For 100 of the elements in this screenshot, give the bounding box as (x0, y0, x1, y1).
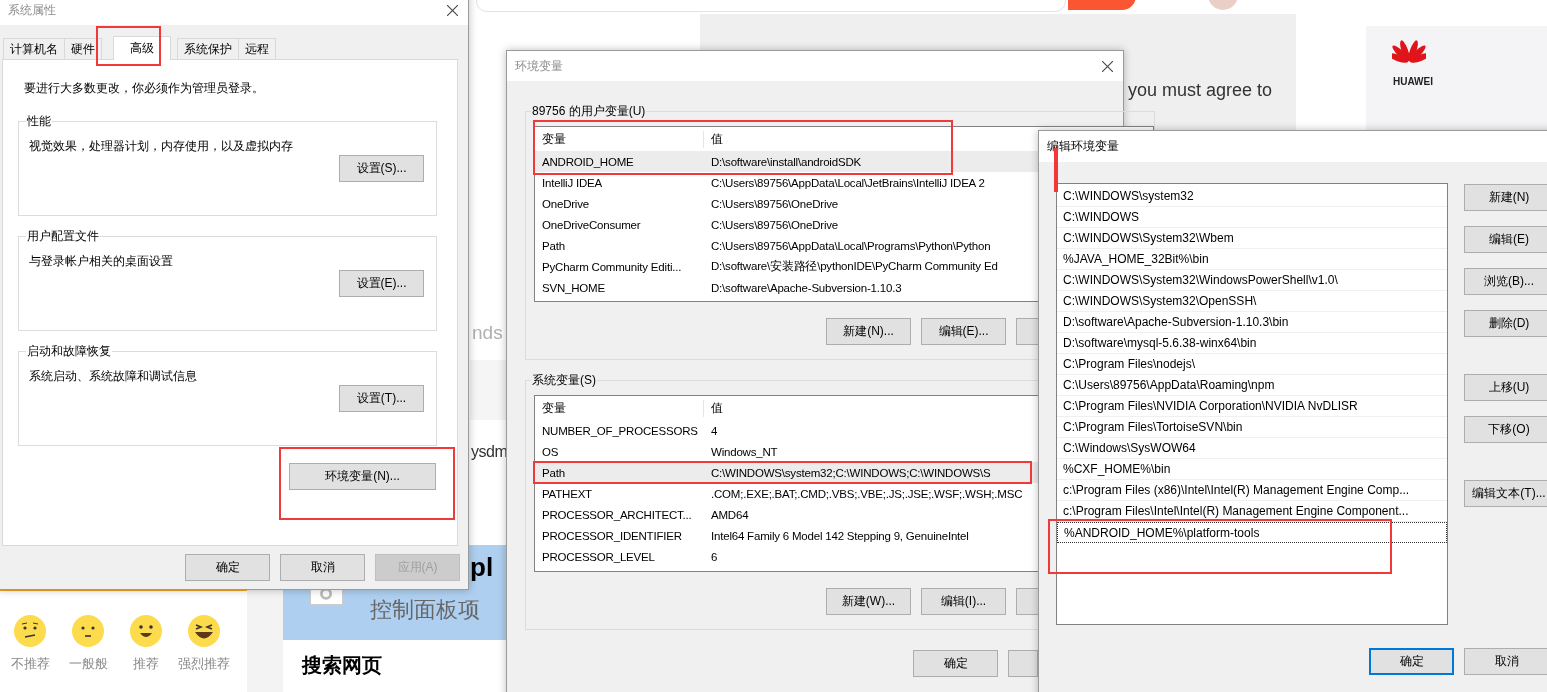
variable-name: PROCESSOR_LEVEL (541, 550, 656, 563)
dialog-button[interactable]: 确定 (185, 554, 270, 581)
list-item[interactable]: D:\software\mysql-5.6.38-winx64\bin (1057, 333, 1447, 354)
rating-label: 强烈推荐 (178, 655, 230, 673)
window-title: 环境变量 (515, 57, 563, 75)
list-item[interactable]: C:\WINDOWS\system32 (1057, 186, 1447, 207)
list-item[interactable]: C:\WINDOWS\System32\OpenSSH\ (1057, 291, 1447, 312)
dialog-button[interactable]: 删除(D) (1464, 310, 1547, 337)
page-text: you must agree to (1128, 80, 1273, 101)
tab[interactable]: 远程 (238, 38, 276, 59)
dialog-button[interactable]: 浏览(B)... (1464, 268, 1547, 295)
variable-name: PROCESSOR_ARCHITECT... (541, 508, 693, 521)
close-icon[interactable] (1102, 60, 1113, 72)
variable-name: OneDriveConsumer (541, 218, 642, 231)
list-item[interactable]: c:\Program Files (x86)\Intel\Intel(R) Management Engine Comp... (1057, 480, 1447, 501)
banner-title: 控制面板项 (370, 596, 480, 624)
dialog-button[interactable]: 取消 (1464, 648, 1547, 675)
environment-variables-button[interactable]: 环境变量(N)... (289, 463, 436, 490)
dialog-button[interactable]: 取消 (280, 554, 365, 581)
variable-value: Windows_NT (710, 445, 778, 458)
neutral-face-icon[interactable] (72, 615, 104, 647)
list-item[interactable]: C:\WINDOWS\System32\WindowsPowerShell\v1.0\ (1057, 270, 1447, 291)
banner-text: pl (470, 552, 494, 583)
dialog-button[interactable]: 确定 (1369, 648, 1454, 675)
group-title: 89756 的用户变量(U) (531, 103, 647, 120)
variable-value: AMD64 (710, 508, 749, 521)
group-title: 系统变量(S) (531, 372, 597, 389)
dialog-button[interactable]: 上移(U) (1464, 374, 1547, 401)
variable-value: D:\software\安装路径\pythonIDE\PyCharm Community Ed (710, 259, 998, 274)
tab[interactable]: 系统保护 (177, 38, 239, 59)
dialog-button[interactable]: 确定 (913, 650, 998, 677)
settings-button[interactable]: 设置(E)... (339, 270, 424, 297)
variable-name: OS (541, 445, 560, 458)
list-item[interactable]: %CXF_HOME%\bin (1057, 459, 1447, 480)
column-header[interactable]: 值 (704, 130, 723, 148)
list-item[interactable]: %JAVA_HOME_32Bit%\bin (1057, 249, 1447, 270)
tab[interactable]: 硬件 (64, 38, 102, 59)
notice-text: 要进行大多数更改，你必须作为管理员登录。 (23, 80, 265, 97)
page-text: nds (472, 322, 503, 344)
window-title: 系统属性 (8, 1, 56, 19)
highlight-box (96, 26, 161, 66)
dialog-button[interactable]: 新建(N) (1464, 184, 1547, 211)
tab[interactable]: 计算机名 (3, 38, 65, 59)
variable-value: 6 (710, 550, 718, 563)
rating-label: 推荐 (133, 655, 159, 673)
variable-value: D:\software\Apache-Subversion-1.10.3 (710, 281, 902, 294)
dialog-button[interactable]: 编辑(E) (1464, 226, 1547, 253)
dialog-button[interactable]: 编辑文本(T)... (1464, 480, 1547, 507)
dialog-button[interactable] (1008, 650, 1038, 677)
rating-label: 不推荐 (10, 655, 50, 673)
list-item[interactable]: %ANDROID_HOME%\platform-tools (1057, 522, 1447, 543)
dialog-button[interactable]: 下移(O) (1464, 416, 1547, 443)
variable-name: PyCharm Community Editi... (541, 260, 683, 273)
group-title: 性能 (26, 113, 52, 130)
group-title: 启动和故障恢复 (26, 343, 112, 360)
section-heading: 搜索网页 (302, 653, 382, 678)
tab[interactable]: 高级 (113, 36, 171, 60)
list-item[interactable]: c:\Program Files\Intel\Intel(R) Management Engine Component... (1057, 501, 1447, 522)
variable-name: Path (541, 466, 566, 479)
variable-name: NUMBER_OF_PROCESSORS (541, 424, 699, 437)
column-header[interactable]: 变量 (535, 399, 704, 417)
rating-label: 一般般 (68, 655, 108, 673)
list-item[interactable]: C:\Windows\SysWOW64 (1057, 438, 1447, 459)
laugh-face-icon[interactable] (188, 615, 220, 647)
variable-name: Path (541, 239, 566, 252)
close-icon[interactable] (447, 4, 458, 16)
list-item[interactable]: C:\Users\89756\AppData\Roaming\npm (1057, 375, 1447, 396)
variable-value: C:\WINDOWS\system32;C:\WINDOWS;C:\WINDOWS\S (710, 466, 991, 479)
variable-name: ANDROID_HOME (541, 155, 635, 168)
variable-name: SVN_HOME (541, 281, 606, 294)
variable-name: IntelliJ IDEA (541, 176, 604, 189)
dialog-button[interactable]: 编辑(E)... (921, 318, 1006, 345)
list-item[interactable]: C:\Program Files\nodejs\ (1057, 354, 1447, 375)
variable-value: C:\Users\89756\OneDrive (710, 197, 839, 210)
variable-value: C:\Users\89756\AppData\Local\Programs\Python\Python (710, 239, 991, 252)
variable-value: C:\Users\89756\AppData\Local\JetBrains\IntelliJ IDEA 2 (710, 176, 985, 189)
group-title: 用户配置文件 (26, 228, 100, 245)
smile-face-icon[interactable] (130, 615, 162, 647)
variable-value: .COM;.EXE;.BAT;.CMD;.VBS;.VBE;.JS;.JSE;.WSF;.WSH;.MSC (710, 487, 1023, 500)
variable-name: PROCESSOR_IDENTIFIER (541, 529, 683, 542)
list-item[interactable]: C:\WINDOWS\System32\Wbem (1057, 228, 1447, 249)
variable-value: 4 (710, 424, 718, 437)
variable-name: OneDrive (541, 197, 590, 210)
list-item[interactable]: C:\WINDOWS (1057, 207, 1447, 228)
dialog-button[interactable]: 编辑(I)... (921, 588, 1006, 615)
group-description: 与登录帐户相关的桌面设置 (29, 253, 174, 270)
settings-button[interactable]: 设置(T)... (339, 385, 424, 412)
dialog-button[interactable]: 新建(W)... (826, 588, 911, 615)
confused-face-icon[interactable] (14, 615, 46, 647)
column-header[interactable]: 值 (704, 399, 723, 417)
settings-button[interactable]: 设置(S)... (339, 155, 424, 182)
column-header[interactable]: 变量 (535, 130, 704, 148)
list-item[interactable]: C:\Program Files\NVIDIA Corporation\NVIDIA NvDLISR (1057, 396, 1447, 417)
list-item[interactable]: D:\software\Apache-Subversion-1.10.3\bin (1057, 312, 1447, 333)
group-description: 系统启动、系统故障和调试信息 (29, 368, 198, 385)
dialog-button[interactable]: 新建(N)... (826, 318, 911, 345)
variable-value: C:\Users\89756\OneDrive (710, 218, 839, 231)
list-item[interactable]: C:\Program Files\TortoiseSVN\bin (1057, 417, 1447, 438)
variable-value: Intel64 Family 6 Model 142 Stepping 9, GenuineIntel (710, 529, 969, 542)
variable-name: PATHEXT (541, 487, 593, 500)
